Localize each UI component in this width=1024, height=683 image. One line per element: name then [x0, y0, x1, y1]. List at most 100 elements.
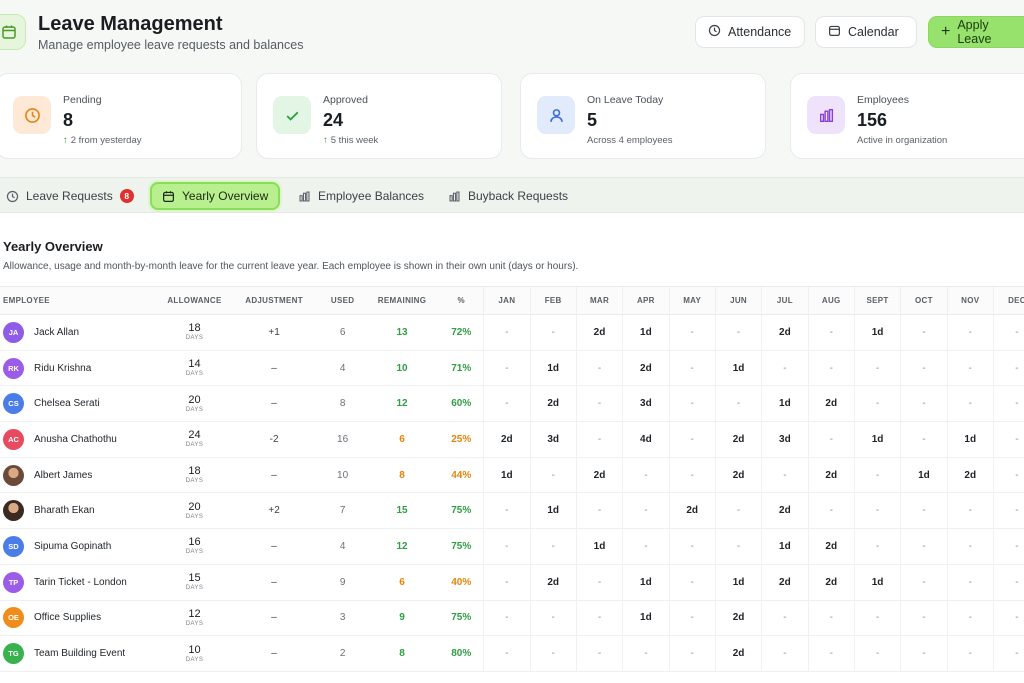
month-cell-dec: - — [992, 457, 1024, 494]
adjustment-cell: – — [227, 635, 321, 672]
allowance-value: 18 — [188, 465, 201, 478]
adjustment-cell: +1 — [227, 314, 321, 351]
month-cell-oct: - — [900, 350, 948, 387]
used-cell: 7 — [320, 492, 365, 530]
column-header-percent[interactable]: % — [439, 286, 484, 315]
adjustment-cell: – — [227, 600, 321, 637]
stat-card-approved: Approved 24 ↑ 5 this week — [256, 73, 502, 159]
column-header-dec[interactable]: Dec — [992, 286, 1024, 315]
month-cell-mar: - — [575, 564, 623, 601]
table-row[interactable]: Bharath Ekan 20 DAYS +2 7 15 75% -1d - -2d -2… — [0, 492, 1024, 530]
stat-label: On Leave Today — [587, 94, 664, 106]
employee-cell: OE Office Supplies — [3, 607, 161, 629]
column-header-aug[interactable]: Aug — [807, 286, 855, 315]
month-cell-mar: - — [575, 492, 623, 530]
month-cell-jun: - — [714, 314, 762, 351]
month-cell-may: - — [668, 528, 716, 565]
column-header-adjustment[interactable]: Adjustment — [227, 286, 321, 315]
column-header-jan[interactable]: Jan — [483, 286, 530, 315]
column-header-employee[interactable]: Employee — [0, 286, 162, 315]
tab-leave-requests[interactable]: Leave Requests 8 — [6, 182, 134, 210]
month-cell-dec: - — [992, 421, 1024, 458]
allowance-cell: 12 DAYS — [161, 608, 228, 628]
attendance-button[interactable]: Attendance — [695, 16, 805, 48]
month-cell-apr: - — [622, 492, 670, 530]
column-header-jun[interactable]: Jun — [714, 286, 762, 315]
allowance-cell: 20 DAYS — [161, 394, 228, 414]
table-row[interactable]: RK Ridu Krishna 14 DAYS – 4 10 71% -1d -2d -1… — [0, 350, 1024, 387]
column-header-sept[interactable]: Sept — [853, 286, 901, 315]
column-header-remaining[interactable]: Remaining — [364, 286, 440, 315]
calendar-icon — [828, 24, 841, 40]
table-row[interactable]: TP Tarin Ticket - London 15 DAYS – 9 6 40%… — [0, 564, 1024, 601]
month-cell-feb: - — [529, 314, 577, 351]
used-cell: 6 — [320, 314, 365, 351]
column-header-allowance[interactable]: Allowance — [161, 286, 228, 315]
month-cell-oct: - — [900, 314, 948, 351]
month-cell-jan: - — [483, 350, 530, 387]
month-cell-dec: - — [992, 492, 1024, 530]
month-cell-sept: - — [853, 385, 901, 423]
month-cell-sept: - — [853, 635, 901, 672]
table-row[interactable]: JA Jack Allan 18 DAYS +1 6 13 72% - -2d 1d - -2… — [0, 314, 1024, 351]
allowance-value: 24 — [188, 429, 201, 442]
month-cell-sept: - — [853, 350, 901, 387]
column-header-oct[interactable]: Oct — [900, 286, 948, 315]
employee-name: Tarin Ticket - London — [34, 576, 127, 588]
employee-cell: AC Anusha Chathothu — [3, 428, 161, 450]
calendar-button[interactable]: Calendar — [815, 16, 917, 48]
section-title: Yearly Overview — [3, 239, 103, 254]
column-header-nov[interactable]: Nov — [946, 286, 994, 315]
clock-icon — [6, 190, 19, 203]
column-header-feb[interactable]: Feb — [529, 286, 577, 315]
month-cell-apr: - — [622, 457, 670, 494]
tab-buyback-requests[interactable]: Buyback Requests — [448, 182, 568, 210]
month-cell-may: 2d — [668, 492, 716, 530]
tab-employee-balances[interactable]: Employee Balances — [298, 182, 424, 210]
month-cell-nov: - — [946, 492, 994, 530]
month-cell-may: - — [668, 600, 716, 637]
month-cell-nov: - — [946, 564, 994, 601]
allowance-cell: 20 DAYS — [161, 501, 228, 521]
table-row[interactable]: Albert James 18 DAYS – 10 8 44% 1d -2d - -2d -… — [0, 457, 1024, 494]
table-row[interactable]: AC Anusha Chathothu 24 DAYS -2 16 6 25% 2d 3… — [0, 421, 1024, 458]
column-header-may[interactable]: May — [668, 286, 716, 315]
adjustment-cell: – — [227, 350, 321, 387]
employee-cell: JA Jack Allan — [3, 321, 161, 343]
percent-cell: 25% — [439, 421, 484, 458]
employee-cell: Albert James — [3, 464, 161, 486]
stat-label: Approved — [323, 94, 368, 106]
table-row[interactable]: TG Team Building Event 10 DAYS – 2 8 80% - -… — [0, 635, 1024, 672]
month-cell-jul: 1d — [761, 528, 809, 565]
month-cell-sept: - — [853, 600, 901, 637]
allowance-unit: DAYS — [185, 513, 204, 520]
percent-cell: 80% — [439, 635, 484, 672]
tab-label: Buyback Requests — [468, 189, 569, 203]
table-row[interactable]: SD Sipuma Gopinath 16 DAYS – 4 12 75% - -1d -… — [0, 528, 1024, 565]
month-cell-sept: 1d — [853, 314, 901, 351]
column-header-mar[interactable]: Mar — [575, 286, 623, 315]
allowance-cell: 24 DAYS — [161, 429, 228, 449]
table-row[interactable]: OE Office Supplies 12 DAYS – 3 9 75% - - -1d -… — [0, 600, 1024, 637]
allowance-unit: DAYS — [185, 406, 204, 413]
tab-yearly-overview[interactable]: Yearly Overview — [150, 182, 281, 210]
column-header-apr[interactable]: Apr — [622, 286, 670, 315]
check-icon — [273, 96, 311, 134]
percent-cell: 71% — [439, 350, 484, 387]
column-header-used[interactable]: Used — [320, 286, 365, 315]
adjustment-cell: – — [227, 564, 321, 601]
month-cell-jan: - — [483, 528, 530, 565]
month-cell-aug: - — [807, 350, 855, 387]
column-header-jul[interactable]: Jul — [761, 286, 809, 315]
stat-value: 5 — [587, 110, 598, 130]
employee-cell: RK Ridu Krishna — [3, 357, 161, 379]
apply-leave-button[interactable]: + Apply Leave — [928, 16, 1024, 48]
table-row[interactable]: CS Chelsea Serati 20 DAYS – 8 12 60% -2d -3d… — [0, 385, 1024, 423]
month-cell-may: - — [668, 457, 716, 494]
allowance-unit: DAYS — [185, 442, 204, 449]
allowance-value: 20 — [188, 500, 201, 513]
stat-value: 24 — [323, 110, 344, 130]
avatar: JA — [3, 321, 24, 343]
month-cell-aug: - — [807, 492, 855, 530]
page-header: Leave Management Manage employee leave r… — [0, 0, 1024, 70]
